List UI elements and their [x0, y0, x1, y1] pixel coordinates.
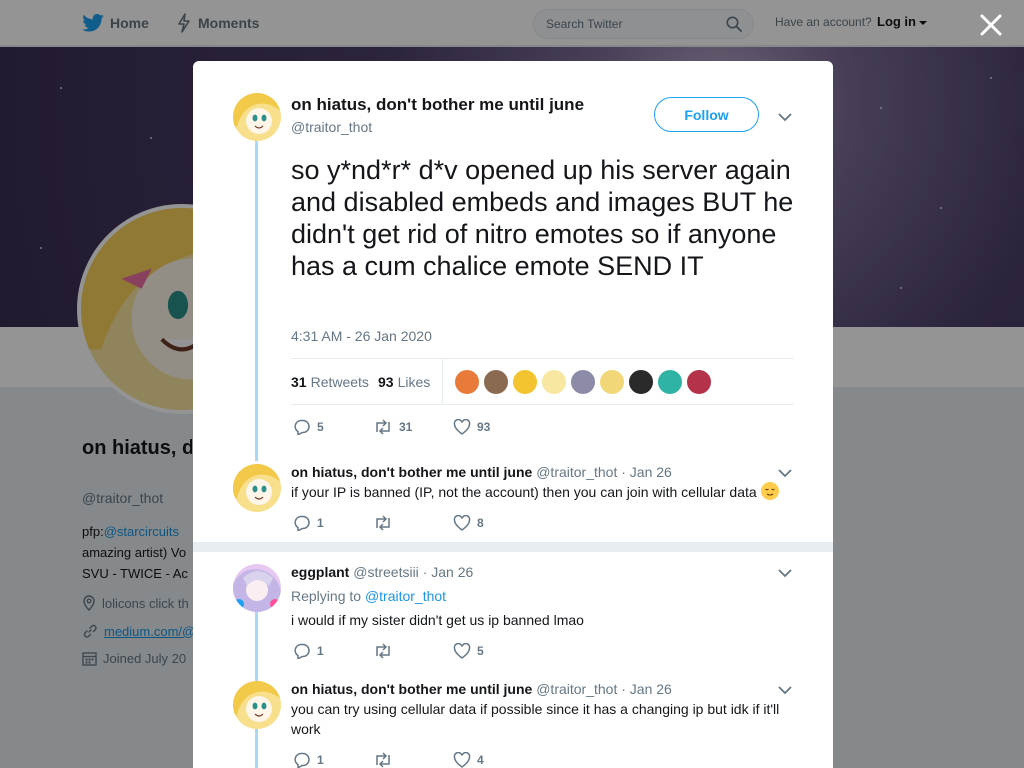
liker-avatar[interactable] [628, 369, 654, 395]
tweet-stats: 31 Retweets 93 Likes [291, 358, 794, 405]
like-action[interactable]: 4 [453, 752, 484, 768]
retweet-icon [376, 419, 390, 435]
reply-author-name[interactable]: on hiatus, don't bother me until june [291, 681, 532, 697]
thread-line [255, 141, 258, 461]
likes-count: 93 [378, 374, 394, 390]
liker-avatar[interactable] [657, 369, 683, 395]
tweet-modal: on hiatus, don't bother me until june @t… [193, 61, 833, 768]
reply-action[interactable]: 1 [293, 643, 373, 659]
chevron-down-icon[interactable] [777, 112, 793, 122]
reply-action[interactable]: 1 [293, 515, 373, 531]
reply-date[interactable]: · Jan 26 [621, 464, 672, 480]
reply-action[interactable]: 5 [293, 419, 373, 435]
tweet-actions: 5 31 93 [293, 419, 490, 435]
replying-prefix: Replying to [291, 588, 362, 604]
retweets-label: Retweets [310, 374, 369, 390]
reply-author-handle[interactable]: @traitor_thot [536, 464, 617, 480]
reply-actions: 1 5 [293, 643, 484, 659]
tweet-timestamp[interactable]: 4:31 AM - 26 Jan 2020 [291, 328, 432, 344]
reply-count: 1 [317, 644, 324, 658]
tweet-author-handle[interactable]: @traitor_thot [291, 119, 372, 135]
reply-count: 1 [317, 753, 324, 767]
retweet-icon [376, 752, 390, 768]
eggplant-avatar-image [233, 564, 281, 612]
thread-line [255, 611, 258, 681]
follow-button[interactable]: Follow [654, 97, 759, 132]
reply-text: if your IP is banned (IP, not the accoun… [291, 482, 801, 502]
reply-icon [294, 515, 310, 531]
reply-icon [294, 752, 310, 768]
relieved-face-emoji [760, 482, 779, 500]
replying-to: Replying to @traitor_thot [291, 588, 446, 604]
reply-header: on hiatus, don't bother me until june @t… [291, 681, 672, 697]
chevron-down-icon[interactable] [777, 468, 793, 478]
reply-count: 1 [317, 516, 324, 530]
like-count: 5 [477, 644, 484, 658]
reply-author-handle[interactable]: @streetsiii [353, 564, 419, 580]
liker-avatar[interactable] [483, 369, 509, 395]
reply-date[interactable]: · Jan 26 [423, 564, 474, 580]
retweet-icon [376, 515, 390, 531]
author-avatar-image [233, 681, 281, 729]
heart-icon [453, 643, 471, 659]
liker-avatar[interactable] [599, 369, 625, 395]
like-action[interactable]: 8 [453, 515, 484, 531]
liker-avatar[interactable] [512, 369, 538, 395]
retweet-action[interactable] [373, 643, 453, 659]
reply-text: you can try using cellular data if possi… [291, 701, 780, 737]
author-avatar-image [233, 93, 281, 141]
reply-text-content: if your IP is banned (IP, not the accoun… [291, 484, 757, 500]
retweet-icon [376, 643, 390, 659]
reply-count: 5 [317, 420, 324, 434]
reply-actions: 1 8 [293, 515, 484, 531]
author-avatar-image [233, 464, 281, 512]
reply-author-avatar[interactable] [233, 564, 281, 612]
tweet-text: so y*nd*r* d*v opened up his server agai… [291, 155, 794, 281]
like-count: 93 [477, 420, 491, 434]
reply-author-name[interactable]: on hiatus, don't bother me until june [291, 464, 532, 480]
liker-avatar[interactable] [686, 369, 712, 395]
like-count: 4 [477, 753, 484, 767]
like-action[interactable]: 93 [453, 419, 490, 435]
retweet-count: 31 [399, 420, 413, 434]
retweet-action[interactable] [373, 752, 453, 768]
like-action[interactable]: 5 [453, 643, 484, 659]
thread-separator [193, 542, 833, 552]
retweets-stat[interactable]: 31 Retweets [291, 374, 369, 390]
reply-actions: 1 4 [293, 752, 484, 768]
heart-icon [453, 419, 471, 435]
chevron-down-icon[interactable] [777, 568, 793, 578]
reply-icon [294, 419, 310, 435]
stats-divider [442, 359, 443, 405]
reply-header: eggplant @streetsiii · Jan 26 [291, 564, 473, 580]
reply-text: i would if my sister didn't get us ip ba… [291, 612, 584, 628]
reply-header: on hiatus, don't bother me until june @t… [291, 464, 672, 480]
likers-avatars [454, 369, 715, 395]
replying-to-link[interactable]: @traitor_thot [365, 588, 446, 604]
likes-label: Likes [397, 374, 431, 390]
liker-avatar[interactable] [541, 369, 567, 395]
reply-author-handle[interactable]: @traitor_thot [536, 681, 617, 697]
liker-avatar[interactable] [454, 369, 480, 395]
retweet-action[interactable] [373, 515, 453, 531]
reply-author-avatar[interactable] [233, 681, 281, 729]
reply-date[interactable]: · Jan 26 [621, 681, 672, 697]
close-icon[interactable] [978, 12, 1004, 38]
reply-author-avatar[interactable] [233, 464, 281, 512]
retweets-count: 31 [291, 374, 307, 390]
reply-action[interactable]: 1 [293, 752, 373, 768]
tweet-author-avatar[interactable] [233, 93, 281, 141]
like-count: 8 [477, 516, 484, 530]
reply-author-name[interactable]: eggplant [291, 564, 349, 580]
chevron-down-icon[interactable] [777, 685, 793, 695]
retweet-action[interactable]: 31 [373, 419, 453, 435]
tweet-author-name[interactable]: on hiatus, don't bother me until june [291, 95, 584, 115]
reply-icon [294, 643, 310, 659]
liker-avatar[interactable] [570, 369, 596, 395]
heart-icon [453, 515, 471, 531]
likes-stat[interactable]: 93 Likes [378, 374, 430, 390]
thread-line [255, 729, 258, 768]
heart-icon [453, 752, 471, 768]
